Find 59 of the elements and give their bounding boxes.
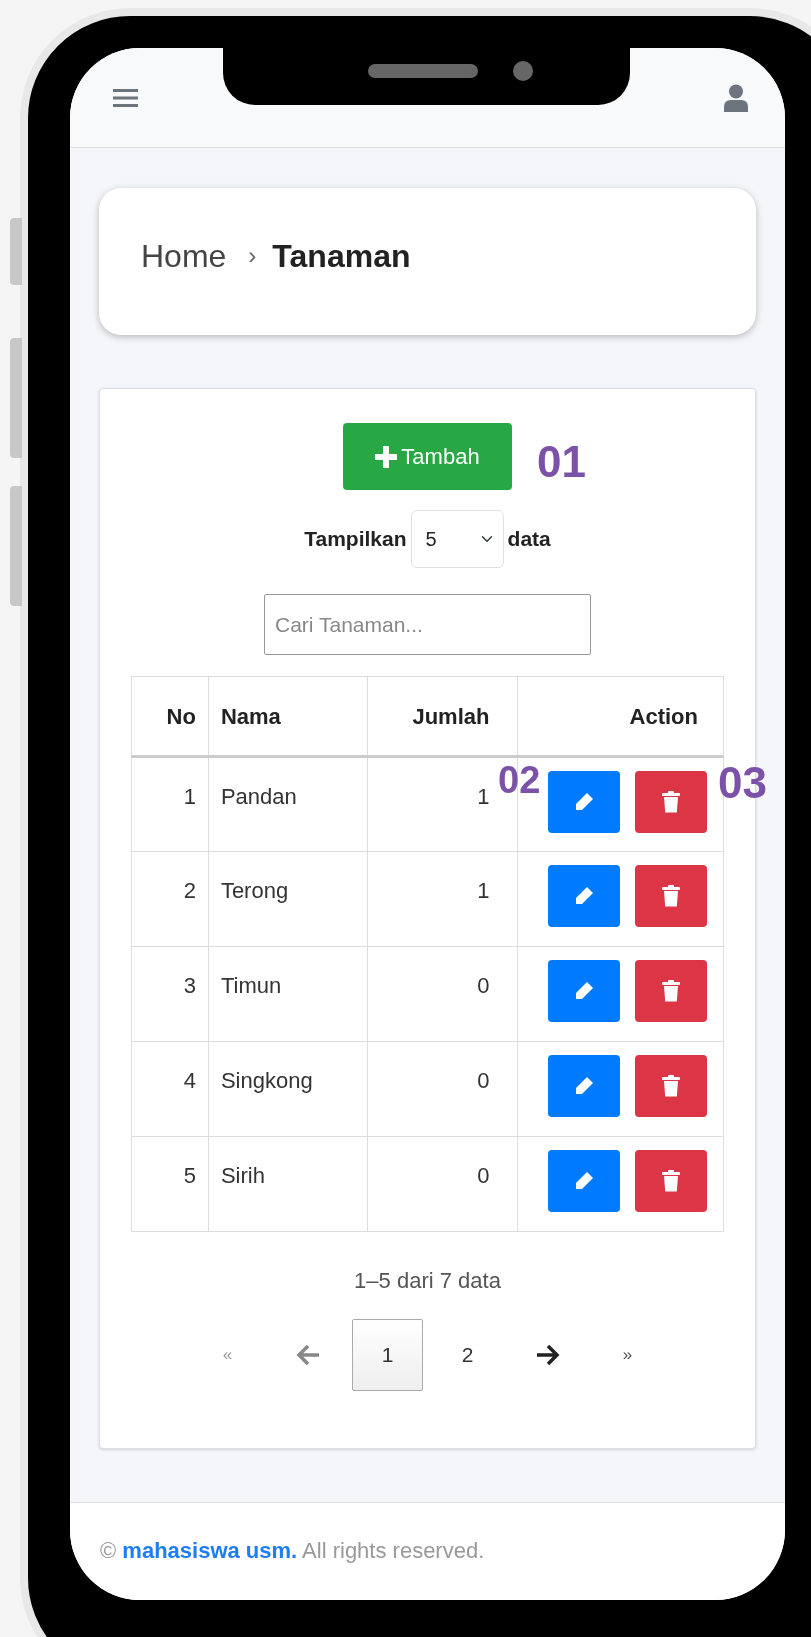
edit-button[interactable] xyxy=(548,865,621,927)
delete-button[interactable] xyxy=(635,1150,708,1212)
pencil-icon xyxy=(573,791,596,813)
show-suffix-label: data xyxy=(507,526,551,553)
trash-icon xyxy=(661,980,682,1002)
table-cell: Singkong xyxy=(208,1041,368,1137)
data-count-text: 1–5 dari 7 data xyxy=(354,1267,501,1295)
page-button[interactable]: 1 xyxy=(352,1319,423,1391)
edit-button[interactable] xyxy=(548,771,621,833)
breadcrumb-current: Tanaman xyxy=(272,236,411,276)
pencil-icon xyxy=(573,885,596,907)
table-cell: Pandan xyxy=(208,756,368,852)
delete-button[interactable] xyxy=(635,1055,708,1117)
table-cell: 3 xyxy=(131,946,209,1042)
pencil-icon xyxy=(573,980,596,1002)
edit-button[interactable] xyxy=(548,960,621,1022)
table-cell: 0 xyxy=(367,1041,518,1137)
delete-button[interactable] xyxy=(635,960,708,1022)
page-button[interactable]: 2 xyxy=(432,1319,503,1391)
trash-icon xyxy=(661,1170,682,1192)
arrow-right-icon[interactable] xyxy=(534,1343,561,1367)
user-icon[interactable] xyxy=(724,83,748,112)
table-cell: 0 xyxy=(367,946,518,1042)
delete-button[interactable] xyxy=(635,865,708,927)
table-cell: 5 xyxy=(131,1136,209,1232)
table-cell: 1 xyxy=(367,851,518,947)
footer-link[interactable]: mahasiswa usm. xyxy=(122,1538,298,1563)
step-number-label: 02 xyxy=(498,761,541,799)
edit-button[interactable] xyxy=(548,1150,621,1212)
step-number-label: 01 xyxy=(537,440,586,484)
breadcrumb-separator: › xyxy=(248,240,257,271)
copyright-text: © mahasiswa usm. All rights reserved. xyxy=(100,1537,485,1565)
plus-icon xyxy=(375,445,398,468)
table-cell: Terong xyxy=(208,851,368,947)
search-field[interactable]: Cari Tanaman... xyxy=(264,594,591,655)
table-cell: 4 xyxy=(131,1041,209,1137)
column-header: Jumlah xyxy=(367,676,518,757)
pencil-icon xyxy=(573,1075,596,1097)
step-number-label: 03 xyxy=(718,761,767,805)
page-size-select[interactable]: 5 xyxy=(410,510,504,568)
show-label: Tampilkan xyxy=(304,526,407,553)
delete-button[interactable] xyxy=(635,771,708,833)
trash-icon xyxy=(661,1075,682,1097)
table-cell: 1 xyxy=(131,756,209,852)
edit-button[interactable] xyxy=(548,1055,621,1117)
trash-icon xyxy=(661,885,682,907)
table-cell: Sirih xyxy=(208,1136,368,1232)
column-header: Action xyxy=(517,676,724,757)
table-cell: 2 xyxy=(131,851,209,947)
camera-lens xyxy=(513,61,533,81)
pencil-icon xyxy=(573,1170,596,1192)
breadcrumb-link[interactable]: Home xyxy=(141,231,227,280)
column-header: Nama xyxy=(208,676,368,757)
menu-icon[interactable] xyxy=(113,86,138,109)
table-cell: Timun xyxy=(208,946,368,1042)
column-header: No xyxy=(131,676,209,757)
last-page-button[interactable]: » xyxy=(592,1319,663,1391)
trash-icon xyxy=(661,791,682,813)
table-cell: 0 xyxy=(367,1136,518,1232)
